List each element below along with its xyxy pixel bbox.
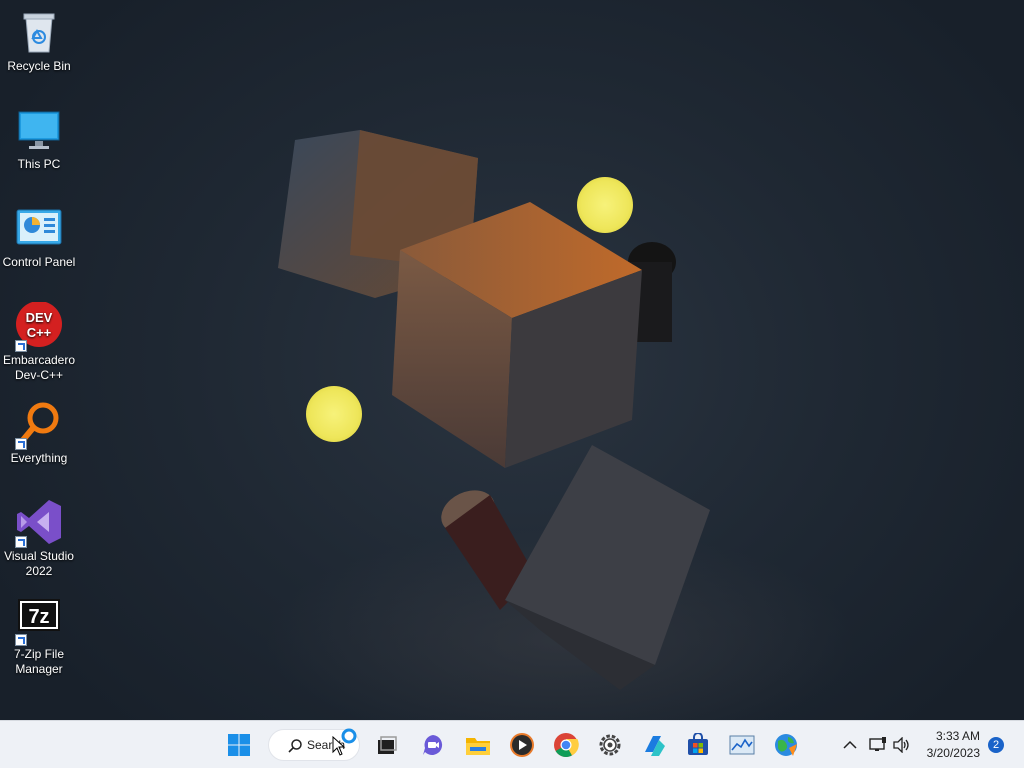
teams-chat-button[interactable] [415,727,451,763]
microsoft-store-button[interactable] [680,727,716,763]
taskbar: Search 3:33 AM 3/20/2023 2 [0,720,1024,768]
volume-icon [893,737,909,753]
media-player-icon [510,733,534,757]
performance-monitor-button[interactable] [724,727,760,763]
desktop-icon-label: Visual Studio 2022 [4,549,74,578]
power-automate-button[interactable] [636,727,672,763]
everything-search-icon [15,400,63,450]
show-hidden-icons-button[interactable] [832,727,868,763]
desktop[interactable]: Recycle Bin This PC Control Panel DEV C+… [0,0,1024,720]
start-icon [228,734,250,756]
power-automate-icon [645,736,665,756]
desktop-icon-recycle-bin[interactable]: Recycle Bin [0,8,78,74]
shortcut-arrow-icon [15,438,27,450]
network-status-button[interactable] [866,727,890,763]
svg-text:DEV: DEV [26,310,53,325]
7zip-icon: 7z [15,596,63,646]
desktop-icon-label: 7-Zip File Manager [13,647,64,676]
clock-date[interactable]: 3/20/2023 [927,746,980,760]
chrome-button[interactable] [548,727,584,763]
desktop-icon-label: This PC [17,157,61,171]
desktop-icon-visual-studio[interactable]: Visual Studio 2022 [0,498,78,579]
devcpp-icon: DEV C++ [15,302,63,352]
desktop-icon-label: Recycle Bin [7,59,71,73]
desktop-icon-control-panel[interactable]: Control Panel [0,204,78,270]
start-button[interactable] [221,727,257,763]
monitor-icon [15,106,63,154]
desktop-icon-label: Everything [10,451,68,465]
shortcut-arrow-icon [15,340,27,352]
teams-chat-icon [423,735,443,755]
clock-time[interactable]: 3:33 AM [936,729,980,743]
network-globe-button[interactable] [768,727,804,763]
svg-text:C++: C++ [27,325,52,340]
desktop-icon-everything[interactable]: Everything [0,400,78,466]
settings-button[interactable] [592,727,628,763]
chrome-icon [554,733,579,758]
chevron-up-icon [843,740,857,749]
desktop-icon-devcpp[interactable]: DEV C++ Embarcadero Dev-C++ [0,302,78,383]
desktop-icon-this-pc[interactable]: This PC [0,106,78,172]
task-view-button[interactable] [369,727,405,763]
shortcut-arrow-icon [15,536,27,548]
microsoft-store-icon [688,733,708,755]
performance-monitor-icon [729,735,755,755]
network-globe-icon [775,734,797,756]
visual-studio-icon [15,498,63,548]
recycle-bin-icon [15,8,63,56]
volume-button[interactable] [890,727,914,763]
svg-text:7z: 7z [28,606,49,628]
task-view-icon [378,736,397,754]
notification-badge[interactable]: 2 [988,737,1004,753]
mouse-cursor-icon [332,736,346,756]
wallpaper-image [278,130,710,690]
search-box[interactable]: Search [268,728,360,761]
desktop-icon-7zip[interactable]: 7z 7-Zip File Manager [0,596,78,677]
control-panel-icon [15,204,63,252]
shortcut-arrow-icon [15,634,27,646]
settings-icon [599,734,621,756]
media-player-button[interactable] [504,727,540,763]
file-explorer-button[interactable] [460,727,496,763]
desktop-icon-label: Control Panel [2,255,76,269]
file-explorer-icon [466,738,490,755]
search-icon [288,739,302,753]
network-icon [869,737,886,751]
desktop-icon-label: Embarcadero Dev-C++ [2,353,76,382]
